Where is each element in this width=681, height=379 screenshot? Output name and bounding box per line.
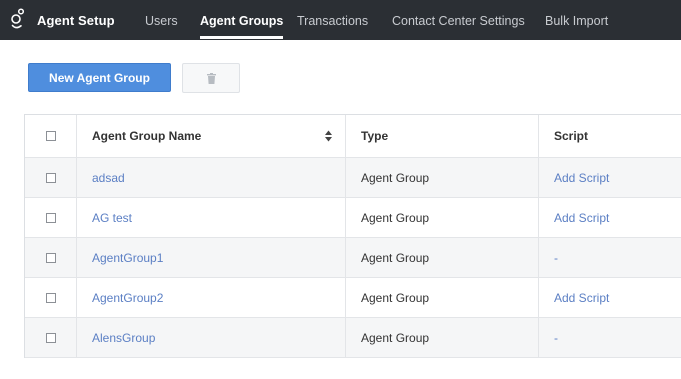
table-row: adsad Agent Group Add Script <box>25 158 681 198</box>
add-script-link[interactable]: Add Script <box>554 211 609 225</box>
trash-icon <box>206 72 216 84</box>
row-check-cell <box>25 278 77 317</box>
row-type: Agent Group <box>346 278 539 317</box>
row-script-cell: - <box>539 318 681 357</box>
nav-contact-center-settings[interactable]: Contact Center Settings <box>392 0 525 40</box>
row-checkbox[interactable] <box>45 212 56 223</box>
add-script-link[interactable]: Add Script <box>554 291 609 305</box>
row-check-cell <box>25 198 77 237</box>
group-name-link[interactable]: AlensGroup <box>92 331 155 345</box>
nav-transactions[interactable]: Transactions <box>297 0 368 40</box>
row-script-cell: Add Script <box>539 198 681 237</box>
row-script-cell: Add Script <box>539 278 681 317</box>
row-checkbox[interactable] <box>45 172 56 183</box>
row-checkbox[interactable] <box>45 252 56 263</box>
column-header-script: Script <box>554 129 589 143</box>
table-header-row: Agent Group Name Type Script <box>25 115 681 158</box>
add-script-link[interactable]: Add Script <box>554 171 609 185</box>
table-row: AgentGroup1 Agent Group - <box>25 238 681 278</box>
script-empty: - <box>554 250 558 265</box>
table-row: AlensGroup Agent Group - <box>25 318 681 358</box>
row-check-cell <box>25 158 77 197</box>
top-nav-bar: Agent Setup Users Agent Groups Transacti… <box>0 0 681 40</box>
row-script-cell: - <box>539 238 681 277</box>
group-name-link[interactable]: AgentGroup1 <box>92 251 163 265</box>
row-type: Agent Group <box>346 318 539 357</box>
select-all-checkbox[interactable] <box>45 131 56 141</box>
app-title: Agent Setup <box>37 13 115 28</box>
genesys-logo-icon <box>11 8 25 29</box>
row-name-cell: AG test <box>77 198 346 237</box>
row-script-cell: Add Script <box>539 158 681 197</box>
nav-users[interactable]: Users <box>145 0 178 40</box>
agent-groups-table: Agent Group Name Type Script adsad Agent… <box>24 114 681 358</box>
row-name-cell: AgentGroup2 <box>77 278 346 317</box>
table-row: AgentGroup2 Agent Group Add Script <box>25 278 681 318</box>
row-type: Agent Group <box>346 198 539 237</box>
sort-icon[interactable] <box>325 130 332 142</box>
row-name-cell: AgentGroup1 <box>77 238 346 277</box>
column-header-type: Type <box>346 115 539 157</box>
row-checkbox[interactable] <box>45 332 56 343</box>
column-header-name-label: Agent Group Name <box>92 129 202 143</box>
new-agent-group-button[interactable]: New Agent Group <box>28 63 171 92</box>
nav-bulk-import[interactable]: Bulk Import <box>545 0 608 40</box>
select-all-cell <box>25 115 77 157</box>
row-checkbox[interactable] <box>45 292 56 303</box>
table-row: AG test Agent Group Add Script <box>25 198 681 238</box>
row-name-cell: AlensGroup <box>77 318 346 357</box>
page: Agent Setup Users Agent Groups Transacti… <box>0 0 681 379</box>
column-header-name[interactable]: Agent Group Name <box>77 115 346 157</box>
row-type: Agent Group <box>346 158 539 197</box>
row-check-cell <box>25 238 77 277</box>
group-name-link[interactable]: AG test <box>92 211 132 225</box>
group-name-link[interactable]: adsad <box>92 171 125 185</box>
row-check-cell <box>25 318 77 357</box>
row-name-cell: adsad <box>77 158 346 197</box>
delete-button[interactable] <box>182 63 240 93</box>
row-type: Agent Group <box>346 238 539 277</box>
script-empty: - <box>554 330 558 345</box>
group-name-link[interactable]: AgentGroup2 <box>92 291 163 305</box>
nav-agent-groups[interactable]: Agent Groups <box>200 0 284 40</box>
